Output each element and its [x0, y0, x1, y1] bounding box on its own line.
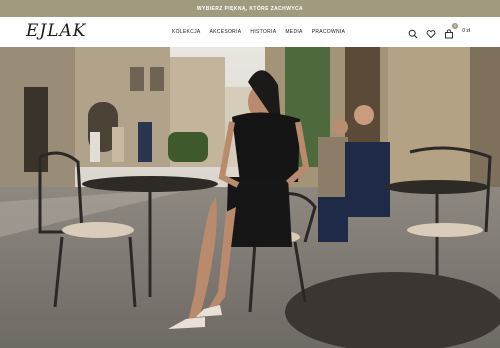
header-icons: 0 0 zł [408, 23, 470, 39]
cart-icon[interactable]: 0 [444, 23, 459, 39]
cart-count-badge: 0 [452, 23, 459, 29]
promo-bar: WYBIERZ PIĘKNĄ, KTÓRE ZACHWYCA [0, 0, 500, 17]
hero-image [0, 47, 500, 348]
heart-icon[interactable] [426, 26, 436, 39]
cart-total[interactable]: 0 zł [462, 28, 470, 34]
nav-item-pracownia[interactable]: PRACOWNIA [312, 29, 346, 35]
promo-text: WYBIERZ PIĘKNĄ, KTÓRE ZACHWYCA [196, 5, 304, 12]
nav-item-akcesoria[interactable]: AKCESORIA [210, 29, 242, 35]
search-icon[interactable] [408, 26, 418, 39]
logo[interactable]: EJLAK [26, 21, 87, 41]
nav-item-historia[interactable]: HISTORIA [250, 29, 276, 35]
nav-item-media[interactable]: MEDIA [285, 29, 302, 35]
header: EJLAK KOLEKCJA AKCESORIA HISTORIA MEDIA … [0, 17, 500, 47]
nav-item-kolekcja[interactable]: KOLEKCJA [172, 29, 201, 35]
main-nav: KOLEKCJA AKCESORIA HISTORIA MEDIA PRACOW… [172, 29, 345, 35]
